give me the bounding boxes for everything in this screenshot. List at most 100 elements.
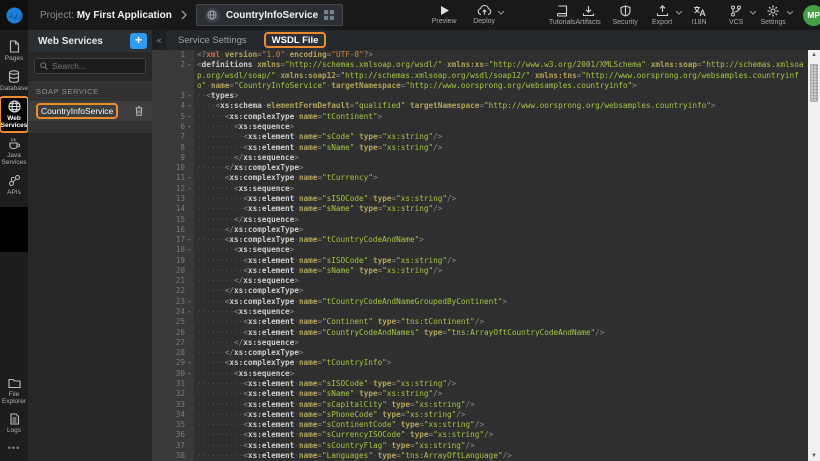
code-text[interactable]: ········<xs:sequence> <box>194 184 808 194</box>
code-line[interactable]: 13··········<xs:element·name="sISOCode"·… <box>152 194 808 204</box>
code-text[interactable]: ······</xs:complexType> <box>194 163 808 173</box>
code-text[interactable]: ··········<xs:element·name="sCode"·type=… <box>194 132 808 142</box>
code-line[interactable]: 30-········<xs:sequence> <box>152 369 808 379</box>
trash-icon[interactable] <box>135 106 143 116</box>
sidebar-item-java-services[interactable]: Java Services <box>0 134 28 169</box>
rail-more-button[interactable]: ••• <box>8 439 20 461</box>
code-line[interactable]: 21········</xs:sequence> <box>152 276 808 286</box>
dashboard-grid-icon[interactable] <box>324 10 334 20</box>
code-line[interactable]: 32··········<xs:element·name="sName"·typ… <box>152 389 808 399</box>
code-text[interactable]: ········</xs:sequence> <box>194 153 808 163</box>
chevron-down-icon[interactable] <box>787 11 793 15</box>
code-line[interactable]: 15········</xs:sequence> <box>152 215 808 225</box>
code-text[interactable]: ······<xs:complexType·name="tCountryCode… <box>194 297 808 307</box>
code-line[interactable]: 19··········<xs:element·name="sISOCode"·… <box>152 256 808 266</box>
code-line[interactable]: 2-<definitions·xmlns="http://schemas.xml… <box>152 60 808 91</box>
i18n-button[interactable]: I18N <box>686 5 712 26</box>
sidebar-item-web-services[interactable]: Web Services <box>0 97 28 132</box>
code-text[interactable]: ········</xs:sequence> <box>194 276 808 286</box>
code-line[interactable]: 23-······<xs:complexType·name="tCountryC… <box>152 297 808 307</box>
code-line[interactable]: 24-········<xs:sequence> <box>152 307 808 317</box>
code-text[interactable]: ······</xs:complexType> <box>194 348 808 358</box>
export-button[interactable]: Export <box>649 5 675 26</box>
fold-marker[interactable]: - <box>185 245 194 255</box>
code-line[interactable]: 17-······<xs:complexType·name="tCountryC… <box>152 235 808 245</box>
code-line[interactable]: 34··········<xs:element·name="sPhoneCode… <box>152 410 808 420</box>
sidebar-item-logs[interactable]: Logs <box>0 410 28 437</box>
code-text[interactable]: ··········<xs:element·name="sCurrencyISO… <box>194 430 808 440</box>
code-text[interactable]: ··········<xs:element·name="CountryCodeA… <box>194 328 808 338</box>
chevron-down-icon[interactable] <box>676 11 682 15</box>
code-line[interactable]: 9········</xs:sequence> <box>152 153 808 163</box>
code-line[interactable]: 16······</xs:complexType> <box>152 225 808 235</box>
open-service-tab[interactable]: CountryInfoService <box>196 4 343 26</box>
tab-service-settings[interactable]: Service Settings <box>166 30 259 50</box>
code-text[interactable]: ······</xs:complexType> <box>194 225 808 235</box>
sidebar-item-apis[interactable]: APIs <box>0 171 28 199</box>
collapse-panel-button[interactable]: « <box>152 30 166 50</box>
code-text[interactable]: ··········<xs:element·name="sContinentCo… <box>194 420 808 430</box>
user-avatar[interactable]: MP <box>803 5 820 26</box>
code-text[interactable]: ········<xs:sequence> <box>194 307 808 317</box>
deploy-button[interactable]: Deploy <box>471 5 497 25</box>
fold-marker[interactable]: - <box>185 122 194 132</box>
code-line[interactable]: 28······</xs:complexType> <box>152 348 808 358</box>
sidebar-item-file-explorer[interactable]: File Explorer <box>0 375 28 408</box>
code-text[interactable]: ··········<xs:element·name="sCapitalCity… <box>194 400 808 410</box>
code-line[interactable]: 37··········<xs:element·name="sCountryFl… <box>152 441 808 451</box>
chevron-down-icon[interactable] <box>498 11 504 15</box>
code-text[interactable]: ······<xs:complexType·name="tContinent"> <box>194 112 808 122</box>
vertical-scrollbar[interactable]: ▲ ▼ <box>808 50 820 461</box>
code-text[interactable]: ··········<xs:element·name="sPhoneCode"·… <box>194 410 808 420</box>
code-text[interactable]: <definitions·xmlns="http://schemas.xmlso… <box>194 60 808 91</box>
code-text[interactable]: ··········<xs:element·name="sName"·type=… <box>194 389 808 399</box>
code-line[interactable]: 18-········<xs:sequence> <box>152 245 808 255</box>
code-line[interactable]: 7··········<xs:element·name="sCode"·type… <box>152 132 808 142</box>
service-list-item[interactable]: CountryInfoService <box>28 101 152 121</box>
code-text[interactable]: ··········<xs:element·name="Continent"·t… <box>194 317 808 327</box>
code-text[interactable]: ··········<xs:element·name="sISOCode"·ty… <box>194 194 808 204</box>
code-text[interactable]: ········<xs:sequence> <box>194 122 808 132</box>
code-line[interactable]: 12-········<xs:sequence> <box>152 184 808 194</box>
fold-marker[interactable]: - <box>185 297 194 307</box>
fold-marker[interactable]: - <box>185 91 194 101</box>
fold-marker[interactable]: - <box>185 358 194 368</box>
code-text[interactable]: ······<xs:complexType·name="tCountryInfo… <box>194 358 808 368</box>
code-text[interactable]: ····<xs:schema·elementFormDefault="quali… <box>194 101 808 111</box>
scroll-down-arrow[interactable]: ▼ <box>808 451 820 461</box>
code-line[interactable]: 4-····<xs:schema·elementFormDefault="qua… <box>152 101 808 111</box>
code-line[interactable]: 5-······<xs:complexType·name="tContinent… <box>152 112 808 122</box>
code-line[interactable]: 22······</xs:complexType> <box>152 286 808 296</box>
code-text[interactable]: ··········<xs:element·name="sISOCode"·ty… <box>194 379 808 389</box>
code-text[interactable]: ··········<xs:element·name="sISOCode"·ty… <box>194 256 808 266</box>
search-input[interactable] <box>52 61 132 71</box>
artifacts-button[interactable]: Artifacts <box>575 5 601 26</box>
code-text[interactable]: ········<xs:sequence> <box>194 245 808 255</box>
fold-marker[interactable]: - <box>185 307 194 317</box>
code-editor[interactable]: 1<?xml·version="1.0"·encoding="UTF-8"?>2… <box>152 50 808 461</box>
code-text[interactable]: ··<types> <box>194 91 808 101</box>
fold-marker[interactable]: - <box>185 60 194 91</box>
code-line[interactable]: 25··········<xs:element·name="Continent"… <box>152 317 808 327</box>
code-text[interactable]: ······<xs:complexType·name="tCountryCode… <box>194 235 808 245</box>
service-search[interactable] <box>34 58 146 74</box>
code-text[interactable]: ··········<xs:element·name="sCountryFlag… <box>194 441 808 451</box>
code-line[interactable]: 33··········<xs:element·name="sCapitalCi… <box>152 400 808 410</box>
sidebar-item-pages[interactable]: Pages <box>0 37 28 65</box>
code-text[interactable]: ··········<xs:element·name="sName"·type=… <box>194 204 808 214</box>
code-text[interactable]: ········<xs:sequence> <box>194 369 808 379</box>
fold-marker[interactable]: - <box>185 235 194 245</box>
tab-wsdl-file[interactable]: WSDL File <box>265 30 326 50</box>
code-text[interactable]: ········</xs:sequence> <box>194 215 808 225</box>
fold-marker[interactable]: - <box>185 369 194 379</box>
code-text[interactable]: <?xml·version="1.0"·encoding="UTF-8"?> <box>194 50 808 60</box>
sidebar-item-databases[interactable]: Databases <box>0 67 28 95</box>
service-name[interactable]: CountryInfoService <box>37 104 117 118</box>
code-line[interactable]: 3-··<types> <box>152 91 808 101</box>
code-line[interactable]: 14··········<xs:element·name="sName"·typ… <box>152 204 808 214</box>
code-line[interactable]: 11-······<xs:complexType·name="tCurrency… <box>152 173 808 183</box>
scrollbar-thumb[interactable] <box>810 64 818 102</box>
code-line[interactable]: 27········</xs:sequence> <box>152 338 808 348</box>
vcs-button[interactable]: VCS <box>723 5 749 26</box>
code-text[interactable]: ··········<xs:element·name="sName"·type=… <box>194 266 808 276</box>
